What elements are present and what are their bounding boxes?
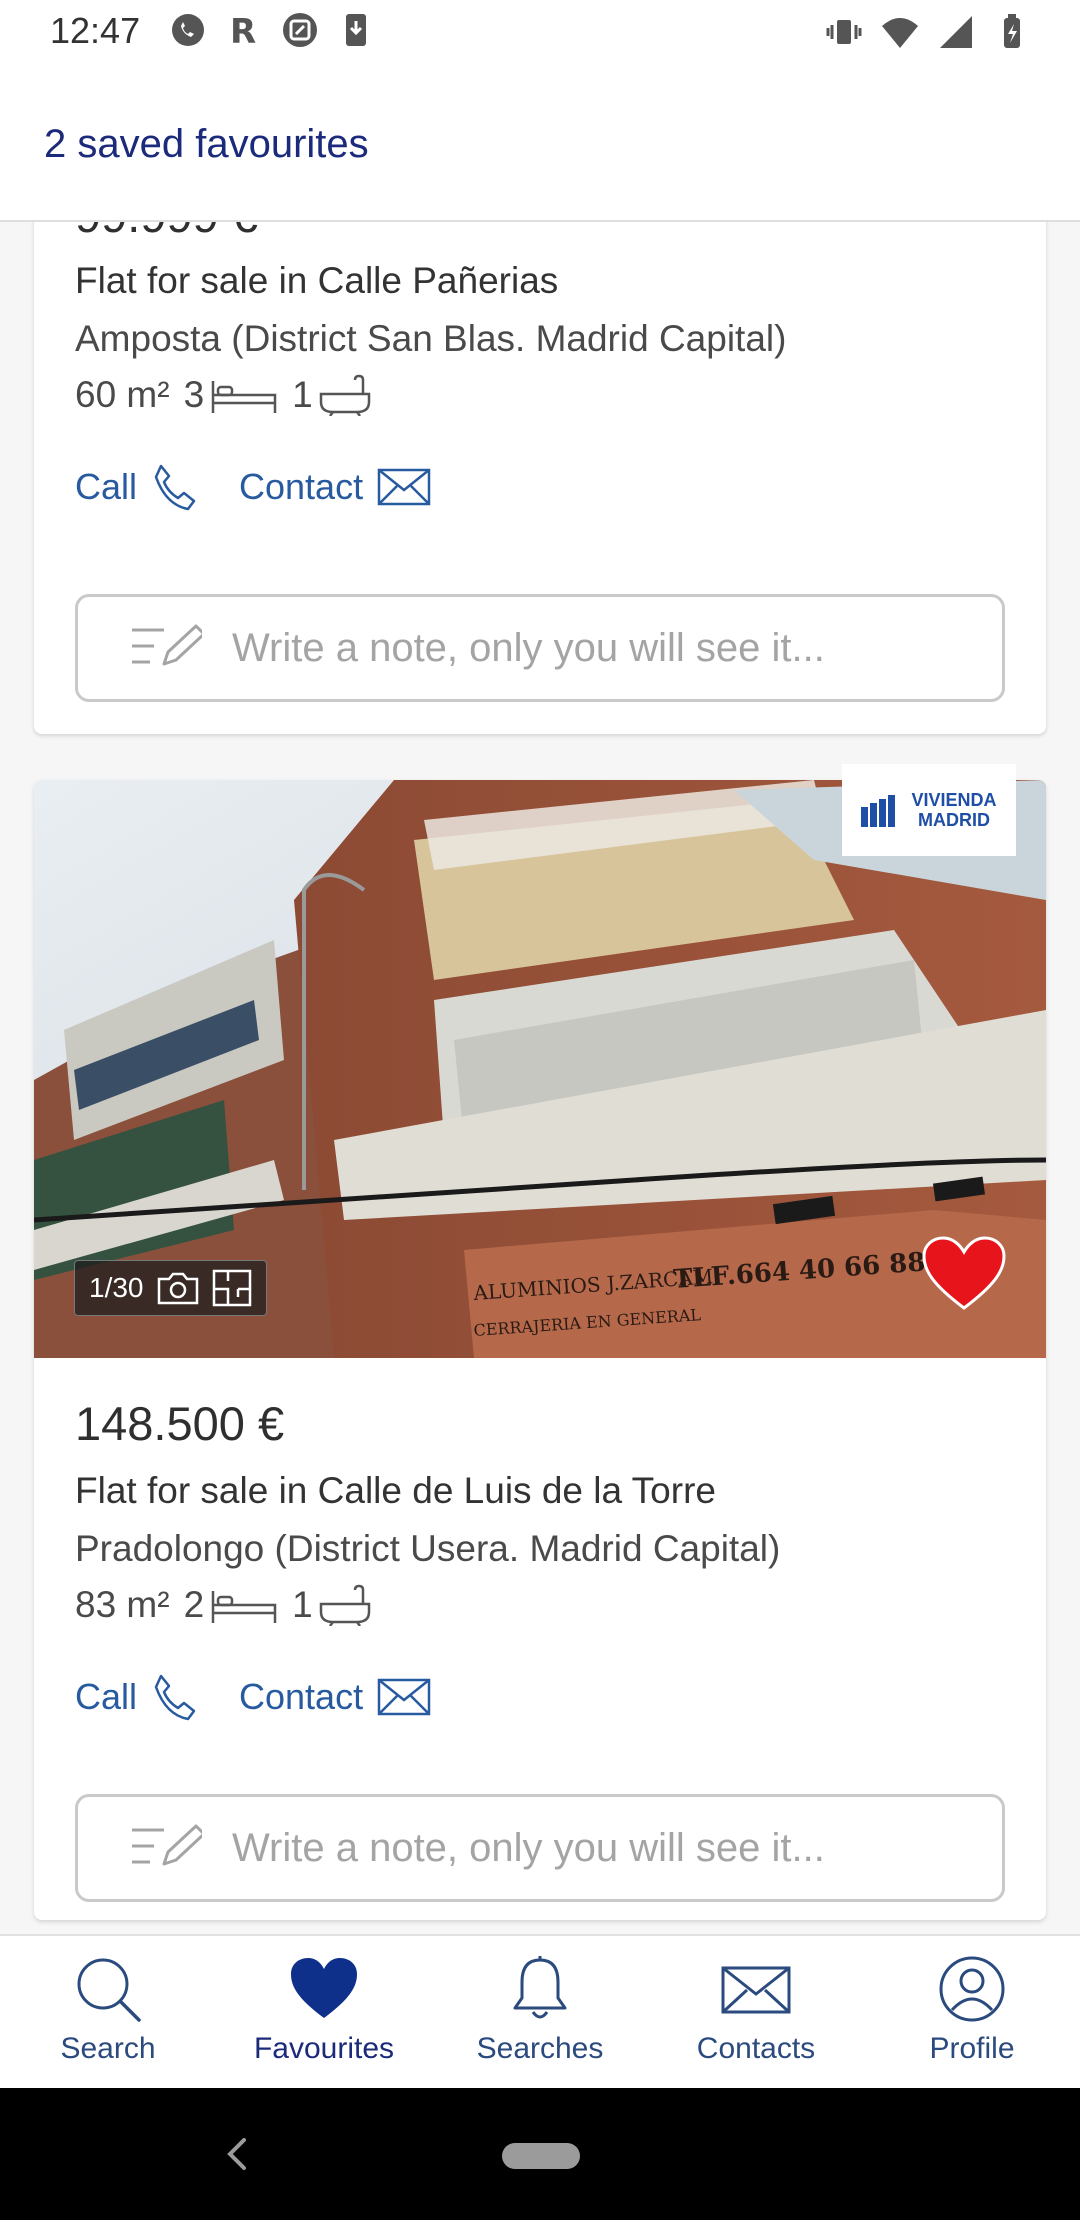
vibrate-icon (826, 20, 862, 44)
listing-bedrooms: 2 (184, 1584, 279, 1626)
agency-name-line-1: VIVIENDA (911, 790, 997, 810)
listing-area: 60 m² (75, 374, 170, 415)
system-navigation-bar (0, 2088, 1080, 2220)
nav-contacts-label: Contacts (696, 2032, 816, 2065)
bed-icon (211, 381, 277, 413)
listing-photo[interactable]: ALUMINIOS J.ZARCAM TLF.664 40 66 88 CERR… (34, 780, 1046, 1358)
notification-icons: R (168, 10, 376, 50)
call-button[interactable]: Call (75, 462, 199, 512)
nav-profile-label: Profile (929, 2032, 1015, 2065)
phone-icon (154, 464, 196, 511)
note-input[interactable]: Write a note, only you will see it... (75, 1794, 1005, 1902)
listing-location: Pradolongo (District Usera. Madrid Capit… (75, 1528, 781, 1569)
agency-logo[interactable]: VIVIENDA MADRID (842, 764, 1016, 856)
note-placeholder: Write a note, only you will see it... (232, 1825, 825, 1870)
call-button[interactable]: Call (75, 1672, 199, 1722)
envelope-icon (721, 1966, 791, 2014)
listing-title[interactable]: Flat for sale in Calle Pañerias (75, 260, 558, 302)
status-bar: 12:47 R (0, 0, 1080, 66)
bathrooms-count: 1 (292, 1584, 313, 1625)
listing-bathrooms: 1 (292, 374, 371, 416)
contact-button[interactable]: Contact (239, 1676, 431, 1718)
status-time: 12:47 (50, 10, 141, 51)
nav-search[interactable]: Search (0, 1936, 216, 2088)
edit-note-icon (132, 624, 202, 666)
contact-button[interactable]: Contact (239, 466, 431, 508)
system-icons (824, 12, 1032, 52)
nav-contacts[interactable]: Contacts (648, 1936, 864, 2088)
note-placeholder: Write a note, only you will see it... (232, 625, 825, 670)
nav-favourites[interactable]: Favourites (216, 1936, 432, 2088)
favourite-heart-icon[interactable] (922, 1236, 1006, 1312)
contact-label: Contact (239, 1676, 364, 1717)
home-pill[interactable] (502, 2143, 580, 2169)
nav-searches-label: Searches (476, 2032, 604, 2065)
listing-location: Amposta (District San Blas. Madrid Capit… (75, 318, 787, 359)
screenshot-icon (283, 13, 317, 47)
listing-price: 148.500 € (75, 1397, 285, 1450)
bathtub-icon (319, 1584, 370, 1626)
bed-icon (211, 1591, 277, 1623)
phone-icon (154, 1674, 196, 1721)
nav-searches[interactable]: Searches (432, 1936, 648, 2088)
listing-actions: Call Contact (75, 462, 431, 512)
listing-card[interactable]: ALUMINIOS J.ZARCAM TLF.664 40 66 88 CERR… (34, 764, 1046, 1920)
search-icon (77, 1958, 141, 2022)
listing-features: 83 m² 2 1 (75, 1584, 371, 1626)
download-icon (346, 14, 366, 46)
envelope-icon (377, 468, 431, 506)
edit-note-icon (132, 1824, 202, 1866)
nav-favourites-label: Favourites (253, 2032, 395, 2065)
page-title: 2 saved favourites (44, 122, 369, 166)
agency-name-line-2: MADRID (918, 810, 990, 830)
svg-text:R: R (230, 12, 256, 50)
r-app-icon: R (230, 12, 256, 50)
wifi-icon (882, 18, 918, 48)
envelope-icon (377, 1678, 431, 1716)
listing-bedrooms: 3 (184, 374, 279, 416)
listing-features: 60 m² 3 1 (75, 374, 371, 416)
nav-profile[interactable]: Profile (864, 1936, 1080, 2088)
listing-title[interactable]: Flat for sale in Calle de Luis de la Tor… (75, 1470, 716, 1512)
floorplan-icon (212, 1269, 251, 1307)
listing-bathrooms: 1 (292, 1584, 371, 1626)
favourites-list[interactable]: 99.999 € Flat for sale in Calle Pañerias… (0, 222, 1080, 1934)
call-label: Call (75, 1676, 138, 1717)
bedrooms-count: 3 (183, 374, 205, 415)
bell-icon (513, 1956, 567, 2019)
bottom-navigation: Search Favourites Searches Contacts Prof… (0, 1934, 1080, 2088)
agency-bars-icon (861, 795, 896, 827)
listing-price: 99.999 € (75, 222, 258, 243)
bathrooms-count: 1 (292, 374, 313, 415)
listing-area: 83 m² (75, 1584, 170, 1625)
listing-actions: Call Contact (75, 1672, 431, 1722)
back-icon[interactable] (222, 2134, 252, 2174)
agency-name: VIVIENDA MADRID (911, 790, 996, 830)
signal-icon (940, 16, 972, 48)
photo-counter[interactable]: 1/30 (74, 1260, 267, 1316)
app-header: 2 saved favourites (0, 66, 1080, 222)
user-icon (939, 1956, 1005, 2022)
nav-search-label: Search (60, 2032, 156, 2065)
camera-icon (157, 1272, 198, 1305)
note-input[interactable]: Write a note, only you will see it... (75, 594, 1005, 702)
contact-label: Contact (239, 466, 364, 507)
whatsapp-icon (172, 14, 204, 46)
bathtub-icon (319, 374, 370, 416)
heart-icon (291, 1958, 357, 2018)
call-label: Call (75, 466, 138, 507)
listing-card[interactable]: 99.999 € Flat for sale in Calle Pañerias… (34, 222, 1046, 734)
photo-count: 1/30 (89, 1272, 144, 1303)
bedrooms-count: 2 (183, 1584, 205, 1625)
battery-icon (1004, 14, 1020, 48)
